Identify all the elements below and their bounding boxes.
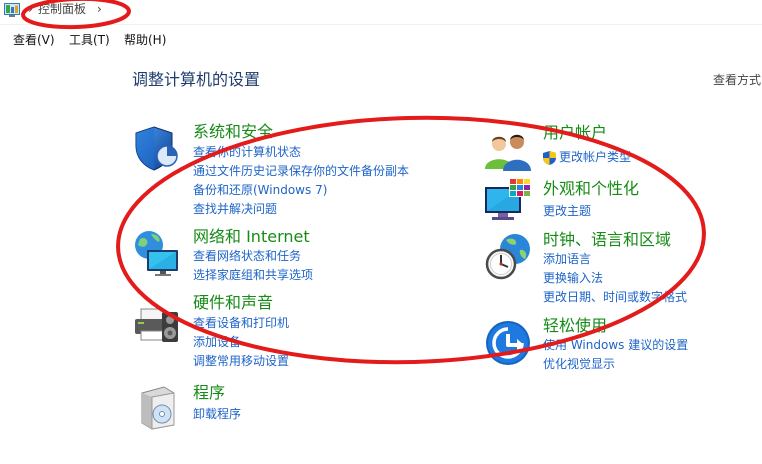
breadcrumb-control-panel[interactable]: 控制面板 <box>38 2 86 16</box>
link-optimize-visual-display[interactable]: 优化视觉显示 <box>543 355 688 374</box>
category-appearance[interactable]: 外观和个性化 <box>543 179 639 199</box>
users-icon[interactable] <box>484 127 532 175</box>
category-system-security[interactable]: 系统和安全 <box>193 122 273 142</box>
security-shield-icon[interactable] <box>132 124 180 172</box>
uac-shield-icon <box>543 150 556 165</box>
link-change-account-type[interactable]: 更改帐户类型 <box>559 148 631 167</box>
menu-view[interactable]: 查看(V) <box>13 33 55 48</box>
category-clock-region-links: 添加语言 更换输入法 更改日期、时间或数字格式 <box>543 250 687 307</box>
link-view-computer-status[interactable]: 查看你的计算机状态 <box>193 143 409 162</box>
category-hardware-sound-links: 查看设备和打印机 添加设备 调整常用移动设置 <box>193 314 289 371</box>
appearance-monitor-icon[interactable] <box>484 177 532 225</box>
link-add-device[interactable]: 添加设备 <box>193 333 289 352</box>
category-user-accounts-links: 更改帐户类型 <box>543 148 631 167</box>
link-backup-restore[interactable]: 备份和还原(Windows 7) <box>193 181 409 200</box>
category-ease-of-access-links: 使用 Windows 建议的设置 优化视觉显示 <box>543 336 688 374</box>
category-programs-links: 卸载程序 <box>193 405 241 424</box>
link-add-language[interactable]: 添加语言 <box>543 250 687 269</box>
address-bar[interactable]: › 控制面板 › <box>0 0 762 25</box>
link-change-theme[interactable]: 更改主题 <box>543 202 591 221</box>
change-account-type-row[interactable]: 更改帐户类型 <box>543 148 631 167</box>
category-appearance-links: 更改主题 <box>543 202 591 221</box>
clock-globe-icon[interactable] <box>484 233 532 281</box>
category-network-internet-links: 查看网络状态和任务 选择家庭组和共享选项 <box>193 247 313 285</box>
control-panel-icon <box>4 2 20 17</box>
category-system-security-links: 查看你的计算机状态 通过文件历史记录保存你的文件备份副本 备份和还原(Windo… <box>193 143 409 219</box>
view-by-label[interactable]: 查看方式 <box>713 73 762 88</box>
category-hardware-sound[interactable]: 硬件和声音 <box>193 293 273 313</box>
link-uninstall-program[interactable]: 卸载程序 <box>193 405 241 424</box>
link-recommended-settings[interactable]: 使用 Windows 建议的设置 <box>543 336 688 355</box>
breadcrumb-separator[interactable]: › <box>28 2 33 16</box>
category-ease-of-access[interactable]: 轻松使用 <box>543 316 607 336</box>
link-mobility-settings[interactable]: 调整常用移动设置 <box>193 352 289 371</box>
category-clock-region[interactable]: 时钟、语言和区域 <box>543 230 671 250</box>
menu-tools[interactable]: 工具(T) <box>69 33 110 48</box>
printer-speaker-icon[interactable] <box>132 297 180 345</box>
link-homegroup-sharing[interactable]: 选择家庭组和共享选项 <box>193 266 313 285</box>
category-programs[interactable]: 程序 <box>193 383 225 403</box>
network-globe-icon[interactable] <box>132 229 180 277</box>
menu-help[interactable]: 帮助(H) <box>124 33 166 48</box>
programs-box-icon[interactable] <box>136 383 184 431</box>
link-troubleshoot[interactable]: 查找并解决问题 <box>193 200 409 219</box>
link-devices-printers[interactable]: 查看设备和打印机 <box>193 314 289 333</box>
link-change-date-time-format[interactable]: 更改日期、时间或数字格式 <box>543 288 687 307</box>
category-network-internet[interactable]: 网络和 Internet <box>193 227 310 247</box>
link-change-input-method[interactable]: 更换输入法 <box>543 269 687 288</box>
ease-of-access-icon[interactable] <box>484 319 532 367</box>
breadcrumb-trailing-separator[interactable]: › <box>97 2 102 16</box>
page-title: 调整计算机的设置 <box>132 70 261 89</box>
category-user-accounts[interactable]: 用户帐户 <box>543 123 607 143</box>
link-network-status[interactable]: 查看网络状态和任务 <box>193 247 313 266</box>
link-file-history-backup[interactable]: 通过文件历史记录保存你的文件备份副本 <box>193 162 409 181</box>
